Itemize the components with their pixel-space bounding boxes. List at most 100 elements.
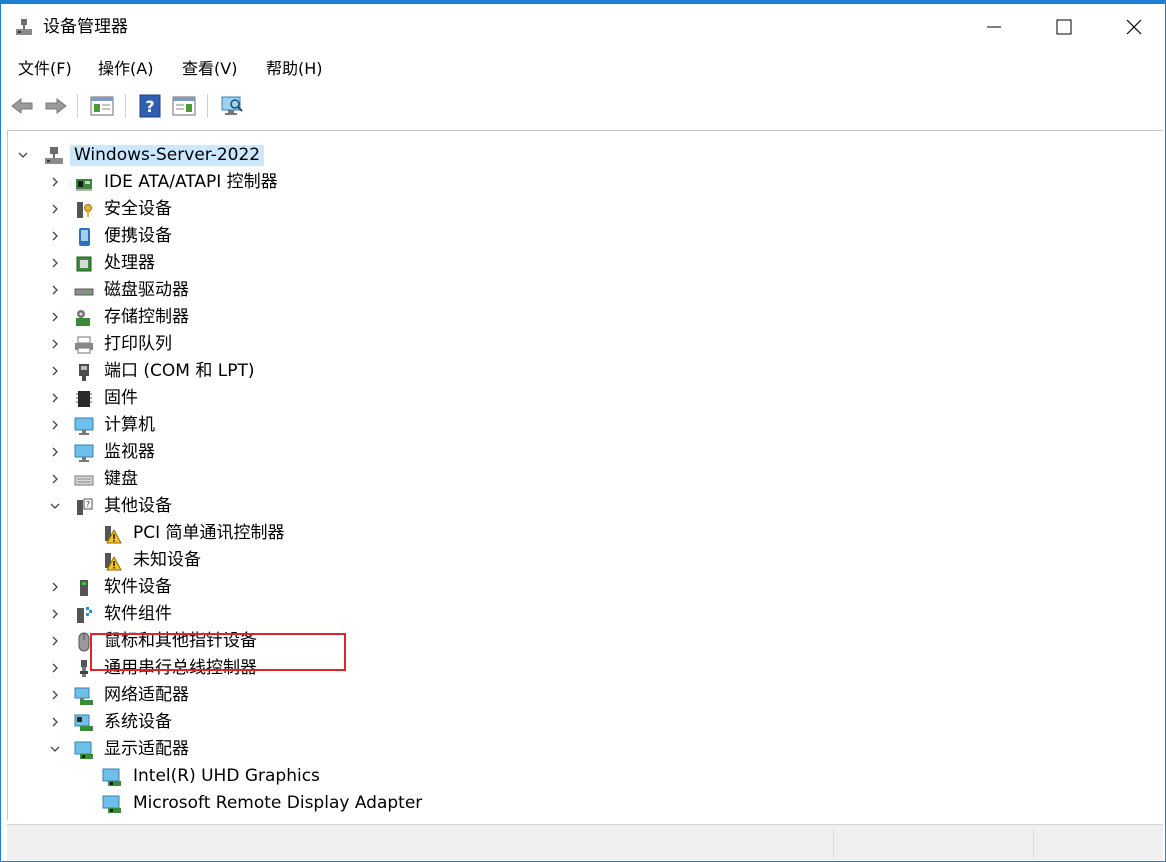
menu-view[interactable]: 查看(V) <box>180 58 239 80</box>
minimize-button[interactable] <box>959 4 1029 50</box>
display-adapter-icon <box>74 741 93 759</box>
chevron-right-icon[interactable] <box>48 202 62 216</box>
tree-device[interactable]: 未知设备 <box>8 547 1163 574</box>
network-adapter-icon <box>74 687 93 705</box>
display-adapter-icon <box>102 795 121 813</box>
properties-button[interactable] <box>171 93 197 119</box>
tree-device[interactable]: PCI 简单通讯控制器 <box>8 520 1163 547</box>
minimize-icon <box>987 26 1001 28</box>
portable-device-icon <box>79 228 90 246</box>
tree-category[interactable]: 端口 (COM 和 LPT) <box>8 358 1163 385</box>
tree-category-label: 存储控制器 <box>104 307 189 327</box>
tree-category[interactable]: 系统设备 <box>8 709 1163 736</box>
back-button[interactable] <box>9 93 35 119</box>
chevron-right-icon[interactable] <box>48 310 62 324</box>
console-tree-icon <box>90 96 114 116</box>
title-bar: 设备管理器 <box>1 4 1165 52</box>
chevron-right-icon[interactable] <box>48 175 62 189</box>
tree-category-label: 打印队列 <box>104 334 172 354</box>
tree-category-label: IDE ATA/ATAPI 控制器 <box>104 172 278 192</box>
svg-text:?: ? <box>86 500 90 509</box>
chevron-right-icon[interactable] <box>48 715 62 729</box>
chevron-right-icon[interactable] <box>48 418 62 432</box>
warning-device-icon <box>105 526 122 544</box>
scan-monitor-icon <box>221 96 243 115</box>
toolbar: ? <box>1 88 1165 126</box>
tree-category[interactable]: 磁盘驱动器 <box>8 277 1163 304</box>
chevron-right-icon[interactable] <box>48 337 62 351</box>
tree-category[interactable]: 计算机 <box>8 412 1163 439</box>
tree-category[interactable]: 便携设备 <box>8 223 1163 250</box>
show-hide-tree-button[interactable] <box>89 93 115 119</box>
ide-controller-icon <box>76 179 92 191</box>
printer-icon <box>75 336 93 354</box>
tree-device[interactable]: Microsoft Remote Display Adapter <box>8 790 1163 817</box>
tree-device-label: 未知设备 <box>133 550 201 570</box>
tree-device[interactable]: Intel(R) UHD Graphics <box>8 763 1163 790</box>
tree-category-label: 网络适配器 <box>104 685 189 705</box>
menu-file[interactable]: 文件(F) <box>16 58 74 80</box>
close-icon <box>1126 19 1142 35</box>
tree-category[interactable]: 监视器 <box>8 439 1163 466</box>
tree-category-label: 处理器 <box>104 253 155 273</box>
firmware-icon <box>76 391 92 407</box>
tree-category[interactable]: 处理器 <box>8 250 1163 277</box>
tree-category[interactable]: 软件设备 <box>8 574 1163 601</box>
tree-device-label: Microsoft Remote Display Adapter <box>133 793 423 813</box>
tree-category-label: 软件设备 <box>104 577 172 597</box>
chevron-down-icon[interactable] <box>48 499 62 513</box>
scan-hardware-button[interactable] <box>219 93 245 119</box>
computer-root-icon <box>45 147 63 164</box>
maximize-button[interactable] <box>1029 4 1099 50</box>
chevron-right-icon[interactable] <box>48 364 62 378</box>
chevron-right-icon[interactable] <box>48 391 62 405</box>
tree-category-label: 监视器 <box>104 442 155 462</box>
chevron-down-icon[interactable] <box>48 742 62 756</box>
properties-icon <box>172 96 196 116</box>
chevron-right-icon[interactable] <box>48 580 62 594</box>
tree-root[interactable]: Windows-Server-2022 <box>8 142 1163 169</box>
device-manager-icon <box>16 19 32 35</box>
forward-arrow-icon <box>45 97 67 115</box>
tree-category[interactable]: 存储控制器 <box>8 304 1163 331</box>
chevron-right-icon[interactable] <box>48 256 62 270</box>
help-button[interactable]: ? <box>137 93 163 119</box>
tree-category-label: 软件组件 <box>104 604 172 624</box>
software-component-icon <box>77 607 92 623</box>
system-device-icon <box>74 714 93 731</box>
chevron-right-icon[interactable] <box>48 634 62 648</box>
tree-category[interactable]: 显示适配器 <box>8 736 1163 763</box>
monitor-icon <box>74 444 94 462</box>
software-device-icon <box>80 580 88 596</box>
chevron-right-icon[interactable] <box>48 607 62 621</box>
chevron-right-icon[interactable] <box>48 661 62 675</box>
warning-device-icon <box>105 553 122 571</box>
chevron-right-icon[interactable] <box>48 688 62 702</box>
menu-help[interactable]: 帮助(H) <box>264 58 325 80</box>
tree-category[interactable]: 软件组件 <box>8 601 1163 628</box>
chevron-right-icon[interactable] <box>48 229 62 243</box>
chevron-down-icon[interactable] <box>16 148 30 162</box>
tree-category[interactable]: IDE ATA/ATAPI 控制器 <box>8 169 1163 196</box>
chevron-right-icon[interactable] <box>48 472 62 486</box>
tree-category[interactable]: 打印队列 <box>8 331 1163 358</box>
chevron-right-icon[interactable] <box>48 283 62 297</box>
tree-category-label: 安全设备 <box>104 199 172 219</box>
menu-action[interactable]: 操作(A) <box>96 58 155 80</box>
keyboard-icon <box>74 475 94 486</box>
tree-category[interactable]: 网络适配器 <box>8 682 1163 709</box>
close-button[interactable] <box>1099 4 1166 50</box>
device-tree[interactable]: Windows-Server-2022 IDE ATA/ATAPI 控制器 安全设备… <box>7 130 1163 820</box>
tree-category[interactable]: ? 其他设备 <box>8 493 1163 520</box>
tree-category-label: 便携设备 <box>104 226 172 246</box>
svg-text:?: ? <box>145 97 154 116</box>
help-icon: ? <box>139 94 161 118</box>
tree-category[interactable]: 固件 <box>8 385 1163 412</box>
chevron-right-icon[interactable] <box>48 445 62 459</box>
maximize-icon <box>1056 19 1072 35</box>
tree-category[interactable]: 安全设备 <box>8 196 1163 223</box>
tree-root-label: Windows-Server-2022 <box>70 145 265 166</box>
forward-button[interactable] <box>43 93 69 119</box>
tree-category[interactable]: 键盘 <box>8 466 1163 493</box>
tree-category-label: 磁盘驱动器 <box>104 280 189 300</box>
